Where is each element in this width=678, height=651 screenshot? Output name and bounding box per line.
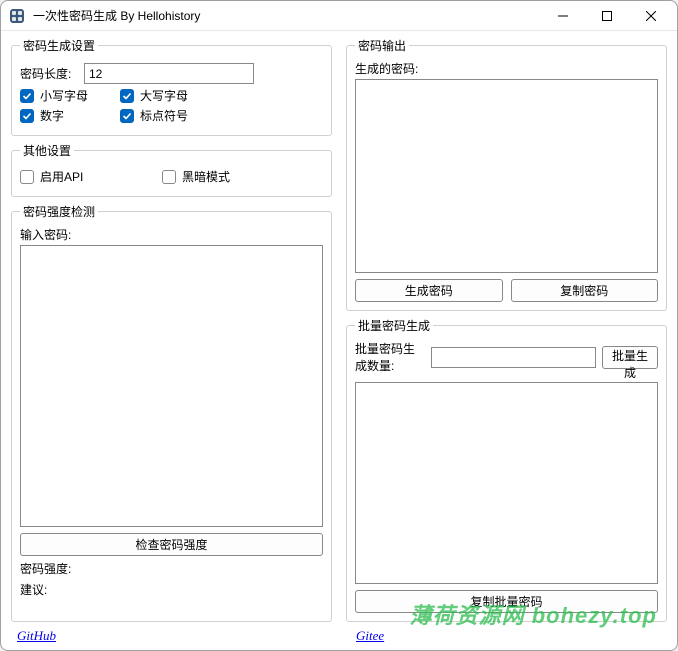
digit-label: 数字 — [40, 107, 64, 124]
checkbox-icon — [20, 89, 34, 103]
lowercase-checkbox[interactable]: 小写字母 — [20, 87, 96, 104]
output-legend: 密码输出 — [355, 37, 409, 54]
batch-group: 批量密码生成 批量密码生成数量: 批量生成 复制批量密码 — [346, 317, 667, 622]
other-settings-legend: 其他设置 — [20, 142, 74, 159]
batch-generate-button[interactable]: 批量生成 — [602, 346, 658, 369]
strength-legend: 密码强度检测 — [20, 203, 98, 220]
password-gen-settings-group: 密码生成设置 密码长度: 小写字母 大写字母 — [11, 37, 332, 136]
github-link[interactable]: GitHub — [17, 628, 56, 644]
punct-label: 标点符号 — [140, 107, 188, 124]
enable-api-label: 启用API — [40, 168, 83, 185]
other-settings-group: 其他设置 启用API 黑暗模式 — [11, 142, 332, 197]
punct-checkbox[interactable]: 标点符号 — [120, 107, 196, 124]
batch-count-label: 批量密码生成数量: — [355, 340, 425, 374]
close-button[interactable] — [629, 2, 673, 30]
output-group: 密码输出 生成的密码: 生成密码 复制密码 — [346, 37, 667, 311]
checkbox-icon — [20, 109, 34, 123]
app-icon — [9, 8, 25, 24]
strength-group: 密码强度检测 输入密码: 检查密码强度 密码强度: 建议: — [11, 203, 332, 622]
maximize-button[interactable] — [585, 2, 629, 30]
uppercase-label: 大写字母 — [140, 87, 188, 104]
left-column: 密码生成设置 密码长度: 小写字母 大写字母 — [11, 37, 332, 628]
gitee-link[interactable]: Gitee — [356, 628, 384, 644]
footer-links: GitHub Gitee — [1, 628, 677, 650]
copy-batch-button[interactable]: 复制批量密码 — [355, 590, 658, 613]
uppercase-checkbox[interactable]: 大写字母 — [120, 87, 196, 104]
app-window: 一次性密码生成 By Hellohistory 密码生成设置 密码长度: — [0, 0, 678, 651]
checkbox-icon — [120, 89, 134, 103]
length-label: 密码长度: — [20, 65, 80, 82]
check-strength-button[interactable]: 检查密码强度 — [20, 533, 323, 556]
minimize-button[interactable] — [541, 2, 585, 30]
batch-count-input[interactable] — [431, 347, 596, 368]
dark-mode-label: 黑暗模式 — [182, 168, 230, 185]
batch-output-textarea[interactable] — [355, 382, 658, 584]
strength-advice-label: 建议: — [20, 581, 323, 598]
strength-input-textarea[interactable] — [20, 245, 323, 527]
window-title: 一次性密码生成 By Hellohistory — [33, 7, 200, 24]
right-column: 密码输出 生成的密码: 生成密码 复制密码 批量密码生成 批量密码生成数量: 批… — [346, 37, 667, 628]
copy-button[interactable]: 复制密码 — [511, 279, 659, 302]
strength-result-label: 密码强度: — [20, 560, 323, 577]
enable-api-checkbox[interactable]: 启用API — [20, 168, 138, 185]
content-area: 密码生成设置 密码长度: 小写字母 大写字母 — [1, 31, 677, 628]
digit-checkbox[interactable]: 数字 — [20, 107, 96, 124]
checkbox-icon — [120, 109, 134, 123]
dark-mode-checkbox[interactable]: 黑暗模式 — [162, 168, 238, 185]
generated-label: 生成的密码: — [355, 60, 658, 77]
checkbox-icon — [162, 170, 176, 184]
lowercase-label: 小写字母 — [40, 87, 88, 104]
generated-password-textarea[interactable] — [355, 79, 658, 273]
generate-button[interactable]: 生成密码 — [355, 279, 503, 302]
strength-input-label: 输入密码: — [20, 226, 323, 243]
checkbox-icon — [20, 170, 34, 184]
length-input[interactable] — [84, 63, 254, 84]
titlebar: 一次性密码生成 By Hellohistory — [1, 1, 677, 31]
batch-legend: 批量密码生成 — [355, 317, 433, 334]
gen-settings-legend: 密码生成设置 — [20, 37, 98, 54]
